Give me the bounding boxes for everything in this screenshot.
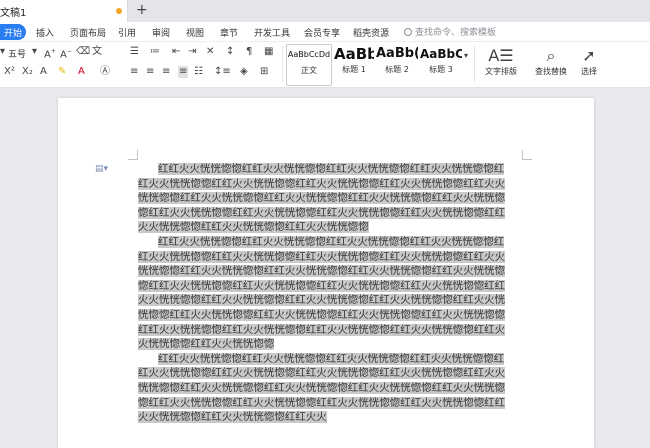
tab-insert[interactable]: 插入	[36, 26, 54, 39]
align-left-icon[interactable]: ≡	[130, 66, 138, 78]
align-center-icon[interactable]: ≡	[146, 66, 154, 78]
margin-corner-mark	[522, 150, 532, 160]
paragraph-handle-icon[interactable]: ▤▾	[95, 164, 108, 174]
font-size-chevron-icon[interactable]: ▾	[32, 46, 37, 58]
document-page[interactable]: ▤▾ 红红火火恍恍惚惚红红火火恍恍惚惚红红火火恍恍惚惚红红火火恍恍惚惚红红火火恍…	[58, 98, 594, 448]
new-tab-button[interactable]: +	[136, 2, 148, 18]
title-bar: 文稿1 +	[0, 0, 650, 22]
style-heading-3-sample: AaBbC	[420, 47, 462, 61]
table-frame-icon[interactable]: ▦	[264, 46, 273, 58]
justify-icon[interactable]: ≡	[178, 66, 189, 78]
document-canvas[interactable]: ▤▾ 红红火火恍恍惚惚红红火火恍恍惚惚红红火火恍恍惚惚红红火火恍恍惚惚红红火火恍…	[0, 88, 650, 448]
clear-format-icon[interactable]: ⌫	[76, 46, 90, 58]
style-heading-2[interactable]: AaBb( 标题 2	[376, 44, 418, 86]
paragraph-text: 红红火火恍恍惚惚红红火火恍恍惚惚红红火火恍恍惚惚红红火火恍恍惚惚红红火火恍恍惚惚…	[138, 163, 506, 234]
text-effect-icon[interactable]: A	[40, 66, 47, 78]
paragraph[interactable]: 红红火火恍恍惚惚红红火火恍恍惚惚红红火火恍恍惚惚红红火火恍恍惚惚红红火火恍恍惚惚…	[138, 235, 514, 352]
style-normal-name: 正文	[301, 66, 317, 75]
command-search-placeholder: 查找命令、搜索模板	[415, 28, 497, 38]
unsaved-dot-icon	[116, 8, 122, 14]
numbered-list-icon[interactable]: ≔	[150, 46, 160, 58]
ribbon-separator	[474, 46, 475, 82]
menu-bar: 开始 插入 页面布局 引用 审阅 视图 章节 开发工具 会员专享 稻壳资源 查找…	[0, 22, 650, 42]
tab-developer[interactable]: 开发工具	[254, 26, 290, 39]
shrink-font-icon[interactable]: A−	[60, 46, 72, 61]
style-heading-1-sample: AaBb	[334, 45, 374, 63]
find-replace-label: 查找替换	[535, 67, 567, 76]
font-name-dropdown-chevron-icon[interactable]: ▾	[0, 46, 5, 58]
paragraph[interactable]: 红红火火恍恍惚惚红红火火恍恍惚惚红红火火恍恍惚惚红红火火恍恍惚惚红红火火恍恍惚惚…	[138, 352, 514, 425]
text-layout-button[interactable]: A☰ 文字排版	[480, 46, 522, 77]
tab-references[interactable]: 引用	[118, 26, 136, 39]
style-heading-2-name: 标题 2	[385, 65, 409, 74]
document-tab-title: 文稿1	[0, 8, 27, 19]
tab-home[interactable]: 开始	[0, 24, 27, 40]
select-button[interactable]: ➚ 选择	[574, 46, 604, 77]
increase-indent-icon[interactable]: ⇥	[188, 46, 196, 58]
style-heading-1-name: 标题 1	[342, 65, 366, 74]
styles-more-chevron-icon[interactable]: ▾	[464, 50, 468, 62]
borders-icon[interactable]: ⊞	[260, 66, 268, 78]
tab-chapter[interactable]: 章节	[220, 26, 238, 39]
superscript-icon[interactable]: X²	[4, 66, 15, 78]
command-search[interactable]: 查找命令、搜索模板	[404, 25, 496, 38]
paragraph-text: 红红火火恍恍惚惚红红火火恍恍惚惚红红火火恍恍惚惚红红火火恍恍惚惚红红火火恍恍惚惚…	[138, 235, 506, 351]
document-tab[interactable]: 文稿1	[0, 0, 128, 22]
line-spacing-icon[interactable]: ↕≡	[214, 66, 231, 78]
font-size-select[interactable]: 五号	[8, 47, 26, 60]
style-heading-2-sample: AaBb(	[376, 46, 418, 61]
sort-icon[interactable]: ↕	[226, 46, 234, 58]
style-normal[interactable]: AaBbCcDd 正文	[286, 44, 332, 86]
chinese-layout-icon[interactable]: ✕	[206, 46, 214, 58]
cursor-arrow-icon: ➚	[582, 46, 596, 65]
subscript-icon[interactable]: X₂	[22, 66, 33, 78]
align-right-icon[interactable]: ≡	[162, 66, 170, 78]
search-icon	[404, 28, 412, 36]
find-replace-button[interactable]: ⌕ 查找替换	[530, 46, 572, 77]
paragraph-text: 红红火火恍恍惚惚红红火火恍恍惚惚红红火火恍恍惚惚红红火火恍恍惚惚红红火火恍恍惚惚…	[138, 352, 506, 424]
text-layout-icon: A☰	[488, 46, 514, 65]
margin-corner-mark	[128, 150, 138, 160]
select-label: 选择	[581, 67, 597, 76]
tab-member[interactable]: 会员专享	[304, 26, 340, 39]
magnifier-icon: ⌕	[546, 46, 556, 65]
bullet-list-icon[interactable]: ☰	[130, 46, 139, 58]
style-normal-sample: AaBbCcDd	[287, 50, 331, 59]
document-body[interactable]: 红红火火恍恍惚惚红红火火恍恍惚惚红红火火恍恍惚惚红红火火恍恍惚惚红红火火恍恍惚惚…	[138, 162, 514, 425]
pinyin-guide-icon[interactable]: 文	[92, 46, 102, 58]
text-layout-label: 文字排版	[485, 67, 517, 76]
decrease-indent-icon[interactable]: ⇤	[172, 46, 180, 58]
tab-docer-resources[interactable]: 稻壳资源	[353, 26, 389, 39]
highlight-color-icon[interactable]: ✎	[58, 66, 66, 78]
font-color-icon[interactable]: A	[78, 66, 85, 78]
tab-view[interactable]: 视图	[186, 26, 204, 39]
style-heading-3[interactable]: AaBbC 标题 3	[420, 44, 462, 86]
char-border-icon[interactable]: Ⓐ	[100, 66, 110, 78]
paragraph[interactable]: 红红火火恍恍惚惚红红火火恍恍惚惚红红火火恍恍惚惚红红火火恍恍惚惚红红火火恍恍惚惚…	[138, 162, 514, 235]
show-marks-icon[interactable]: ¶	[246, 46, 252, 58]
tab-page-layout[interactable]: 页面布局	[70, 26, 106, 39]
style-heading-1[interactable]: AaBb 标题 1	[334, 44, 374, 86]
grow-font-icon[interactable]: A+	[44, 46, 56, 61]
shading-icon[interactable]: ◈	[240, 66, 248, 78]
ribbon-separator	[282, 46, 283, 82]
tab-review[interactable]: 审阅	[152, 26, 170, 39]
distributed-align-icon[interactable]: ☷	[194, 66, 203, 78]
home-ribbon: ▾ 五号 ▾ A+ A− ⌫ 文 ☰ ≔ ⇤ ⇥ ✕ ↕ ¶ ▦ X² X₂ A…	[0, 42, 650, 88]
wps-writer-window: 文稿1 + 开始 插入 页面布局 引用 审阅 视图 章节 开发工具 会员专享 稻…	[0, 0, 650, 448]
style-heading-3-name: 标题 3	[429, 65, 453, 74]
